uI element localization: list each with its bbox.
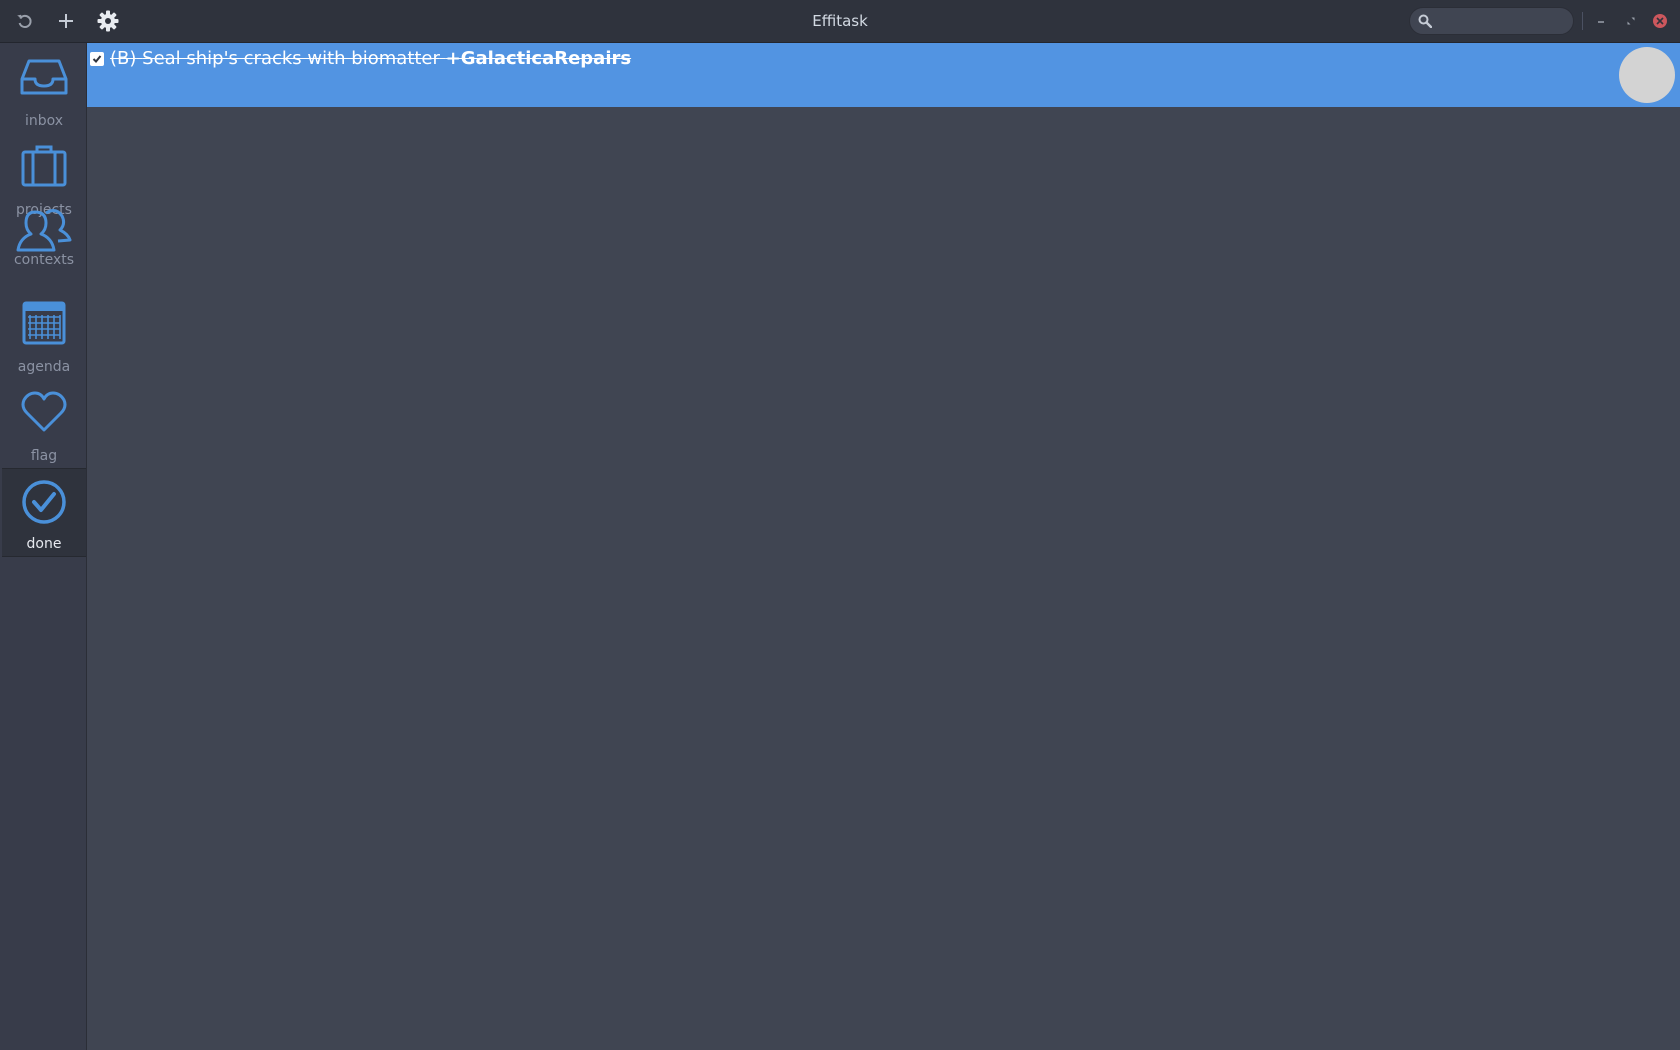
search-icon	[1418, 14, 1432, 28]
refresh-icon	[17, 14, 32, 29]
task-description: Seal ship's cracks with biomatter	[142, 48, 440, 69]
minimize-button[interactable]	[1591, 11, 1611, 31]
briefcase-icon	[21, 145, 67, 187]
close-button[interactable]	[1650, 11, 1670, 31]
refresh-button[interactable]	[8, 5, 42, 37]
search-field[interactable]	[1409, 7, 1574, 35]
sidebar: inbox projects contexts agenda flag done	[0, 43, 87, 1050]
sidebar-item-flag[interactable]: flag	[2, 379, 86, 468]
app-window: Effitask inbox projects contexts agenda …	[0, 0, 1680, 1050]
task-row[interactable]: (B) Seal ship's cracks with biomatter +G…	[87, 43, 1680, 107]
search-input[interactable]	[1438, 10, 1572, 34]
inbox-icon	[20, 59, 68, 95]
task-list: (B) Seal ship's cracks with biomatter +G…	[87, 43, 1680, 1050]
header-bar: Effitask	[0, 0, 1680, 43]
check-circle-icon	[22, 480, 66, 524]
close-icon	[1653, 14, 1667, 28]
plus-icon	[59, 14, 73, 28]
header-separator	[1582, 12, 1583, 30]
add-task-button[interactable]	[49, 5, 83, 37]
sidebar-item-label: flag	[30, 448, 58, 464]
task-text: (B) Seal ship's cracks with biomatter +G…	[110, 47, 631, 71]
sidebar-item-agenda[interactable]: agenda	[2, 290, 86, 379]
task-project-tag[interactable]: +GalacticaRepairs	[446, 48, 631, 69]
maximize-button[interactable]	[1621, 11, 1641, 31]
gear-icon	[97, 10, 119, 32]
sidebar-item-label: inbox	[24, 113, 64, 129]
sidebar-item-label: contexts	[13, 252, 75, 268]
calendar-icon	[22, 301, 66, 345]
settings-button[interactable]	[91, 5, 125, 37]
sidebar-item-inbox[interactable]: inbox	[2, 44, 86, 133]
people-icon	[16, 209, 72, 252]
sidebar-item-label: agenda	[17, 359, 71, 375]
heart-icon	[21, 391, 67, 432]
sidebar-item-label: done	[26, 536, 62, 552]
task-done-checkbox[interactable]	[90, 52, 104, 66]
checkmark-icon	[92, 55, 102, 63]
maximize-icon	[1627, 17, 1635, 25]
sidebar-item-done[interactable]: done	[2, 468, 86, 557]
task-avatar	[1619, 47, 1675, 103]
minimize-icon	[1598, 21, 1604, 23]
task-priority: (B)	[110, 48, 137, 69]
sidebar-item-contexts[interactable]: contexts	[2, 201, 86, 290]
